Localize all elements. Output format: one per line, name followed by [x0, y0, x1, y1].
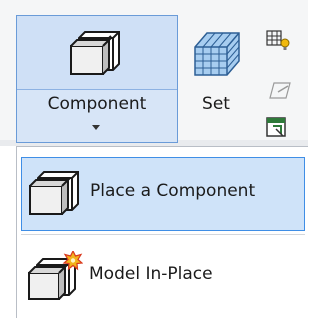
component-box-icon [70, 31, 120, 75]
component-dropdown-trigger[interactable]: Component [17, 90, 177, 142]
caret-down-icon [92, 125, 100, 130]
menu-item-model-in-place[interactable]: Model In-Place [21, 241, 305, 315]
menu-item-label: Model In-Place [89, 264, 213, 284]
menu-item-label: Place a Component [90, 181, 256, 201]
component-box-icon [29, 171, 79, 215]
viewer-icon[interactable] [265, 116, 291, 140]
component-dropdown-menu: Place a Component Model In-Place [16, 146, 308, 318]
menu-item-place-component[interactable]: Place a Component [21, 157, 305, 231]
component-button-top[interactable] [17, 16, 177, 90]
component-split-button[interactable]: Component [16, 15, 178, 143]
model-in-place-icon [28, 251, 83, 300]
background-strip [0, 146, 16, 318]
grid-bulb-icon[interactable] [266, 28, 292, 52]
set-button-label[interactable]: Set [180, 94, 252, 114]
component-label: Component [47, 94, 147, 114]
menu-separator [21, 234, 305, 235]
grid-set-icon[interactable] [193, 31, 241, 79]
sketch-plane-icon[interactable] [268, 80, 292, 102]
